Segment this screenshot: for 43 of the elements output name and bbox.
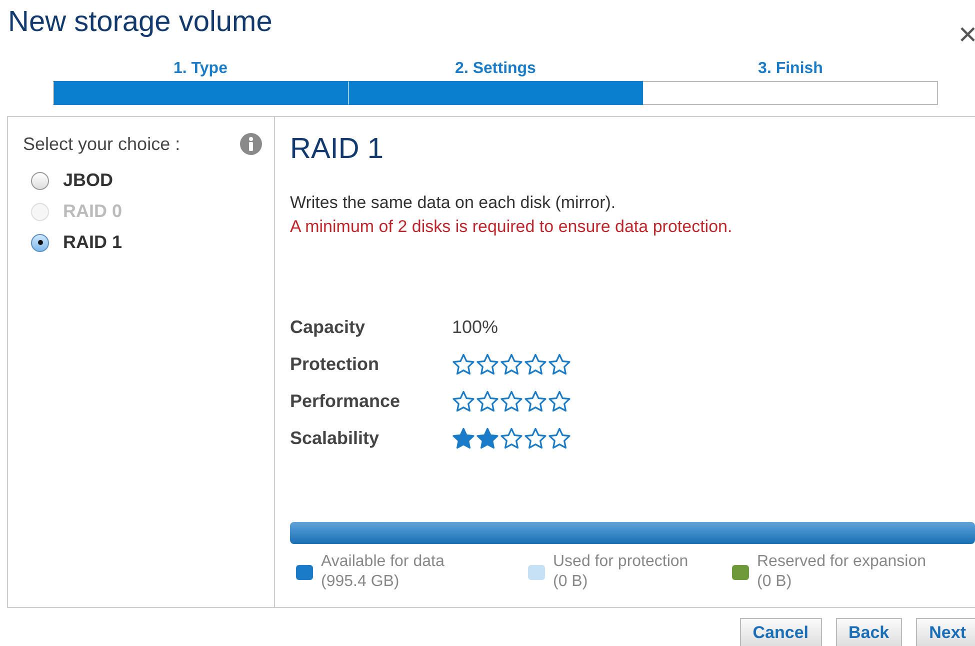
rating-label: Protection [290,353,380,376]
star-icon [452,352,475,376]
radio-button[interactable] [31,234,49,252]
step-label: 2. Settings [455,60,536,78]
rating-label: Scalability [290,427,380,450]
legend-label: Available for data [321,552,444,572]
rating-value: 100% [452,316,500,338]
star-icon [524,426,547,450]
star-icon [548,352,571,376]
star-icon [500,426,523,450]
choice-heading: Select your choice : [23,134,180,154]
rating-label: Capacity [290,316,366,339]
star-icon [452,390,475,412]
star-icon [476,390,499,412]
rating-label: Performance [290,390,402,413]
raid-option[interactable]: RAID 1 [23,227,262,258]
legend-label: Reserved for expansion [757,552,926,572]
legend-label: Used for protection [553,552,688,572]
star-icon [500,390,523,412]
star-icon [500,352,523,376]
dialog-button[interactable]: Cancel [740,618,822,646]
dialog-button[interactable]: Next [916,618,975,646]
step-label: 1. Type [174,60,228,78]
legend-amount: (0 B) [757,572,793,592]
star-icon [476,352,499,376]
star-icon [524,390,547,412]
star-icon [524,352,547,376]
warning-text: A minimum of 2 disks is required to ensure data protection. [290,217,734,237]
star-icon [452,426,475,450]
dialog-button[interactable]: Back [836,618,902,646]
step-label: 3. Finish [758,60,823,78]
star-icon [548,390,571,412]
legend-amount: (0 B) [553,572,589,592]
radio-button[interactable] [31,172,49,190]
star-icon [476,426,499,450]
star-icon [548,426,571,450]
description-text: Writes the same data on each disk (mirror). [290,193,617,213]
raid-option[interactable]: JBOD [23,165,262,196]
close-button[interactable]: × [958,18,975,50]
info-icon[interactable] [240,133,262,155]
window-title: New storage volume [8,6,272,39]
detail-title: RAID 1 [290,133,384,166]
legend-amount: (995.4 GB) [321,572,400,592]
